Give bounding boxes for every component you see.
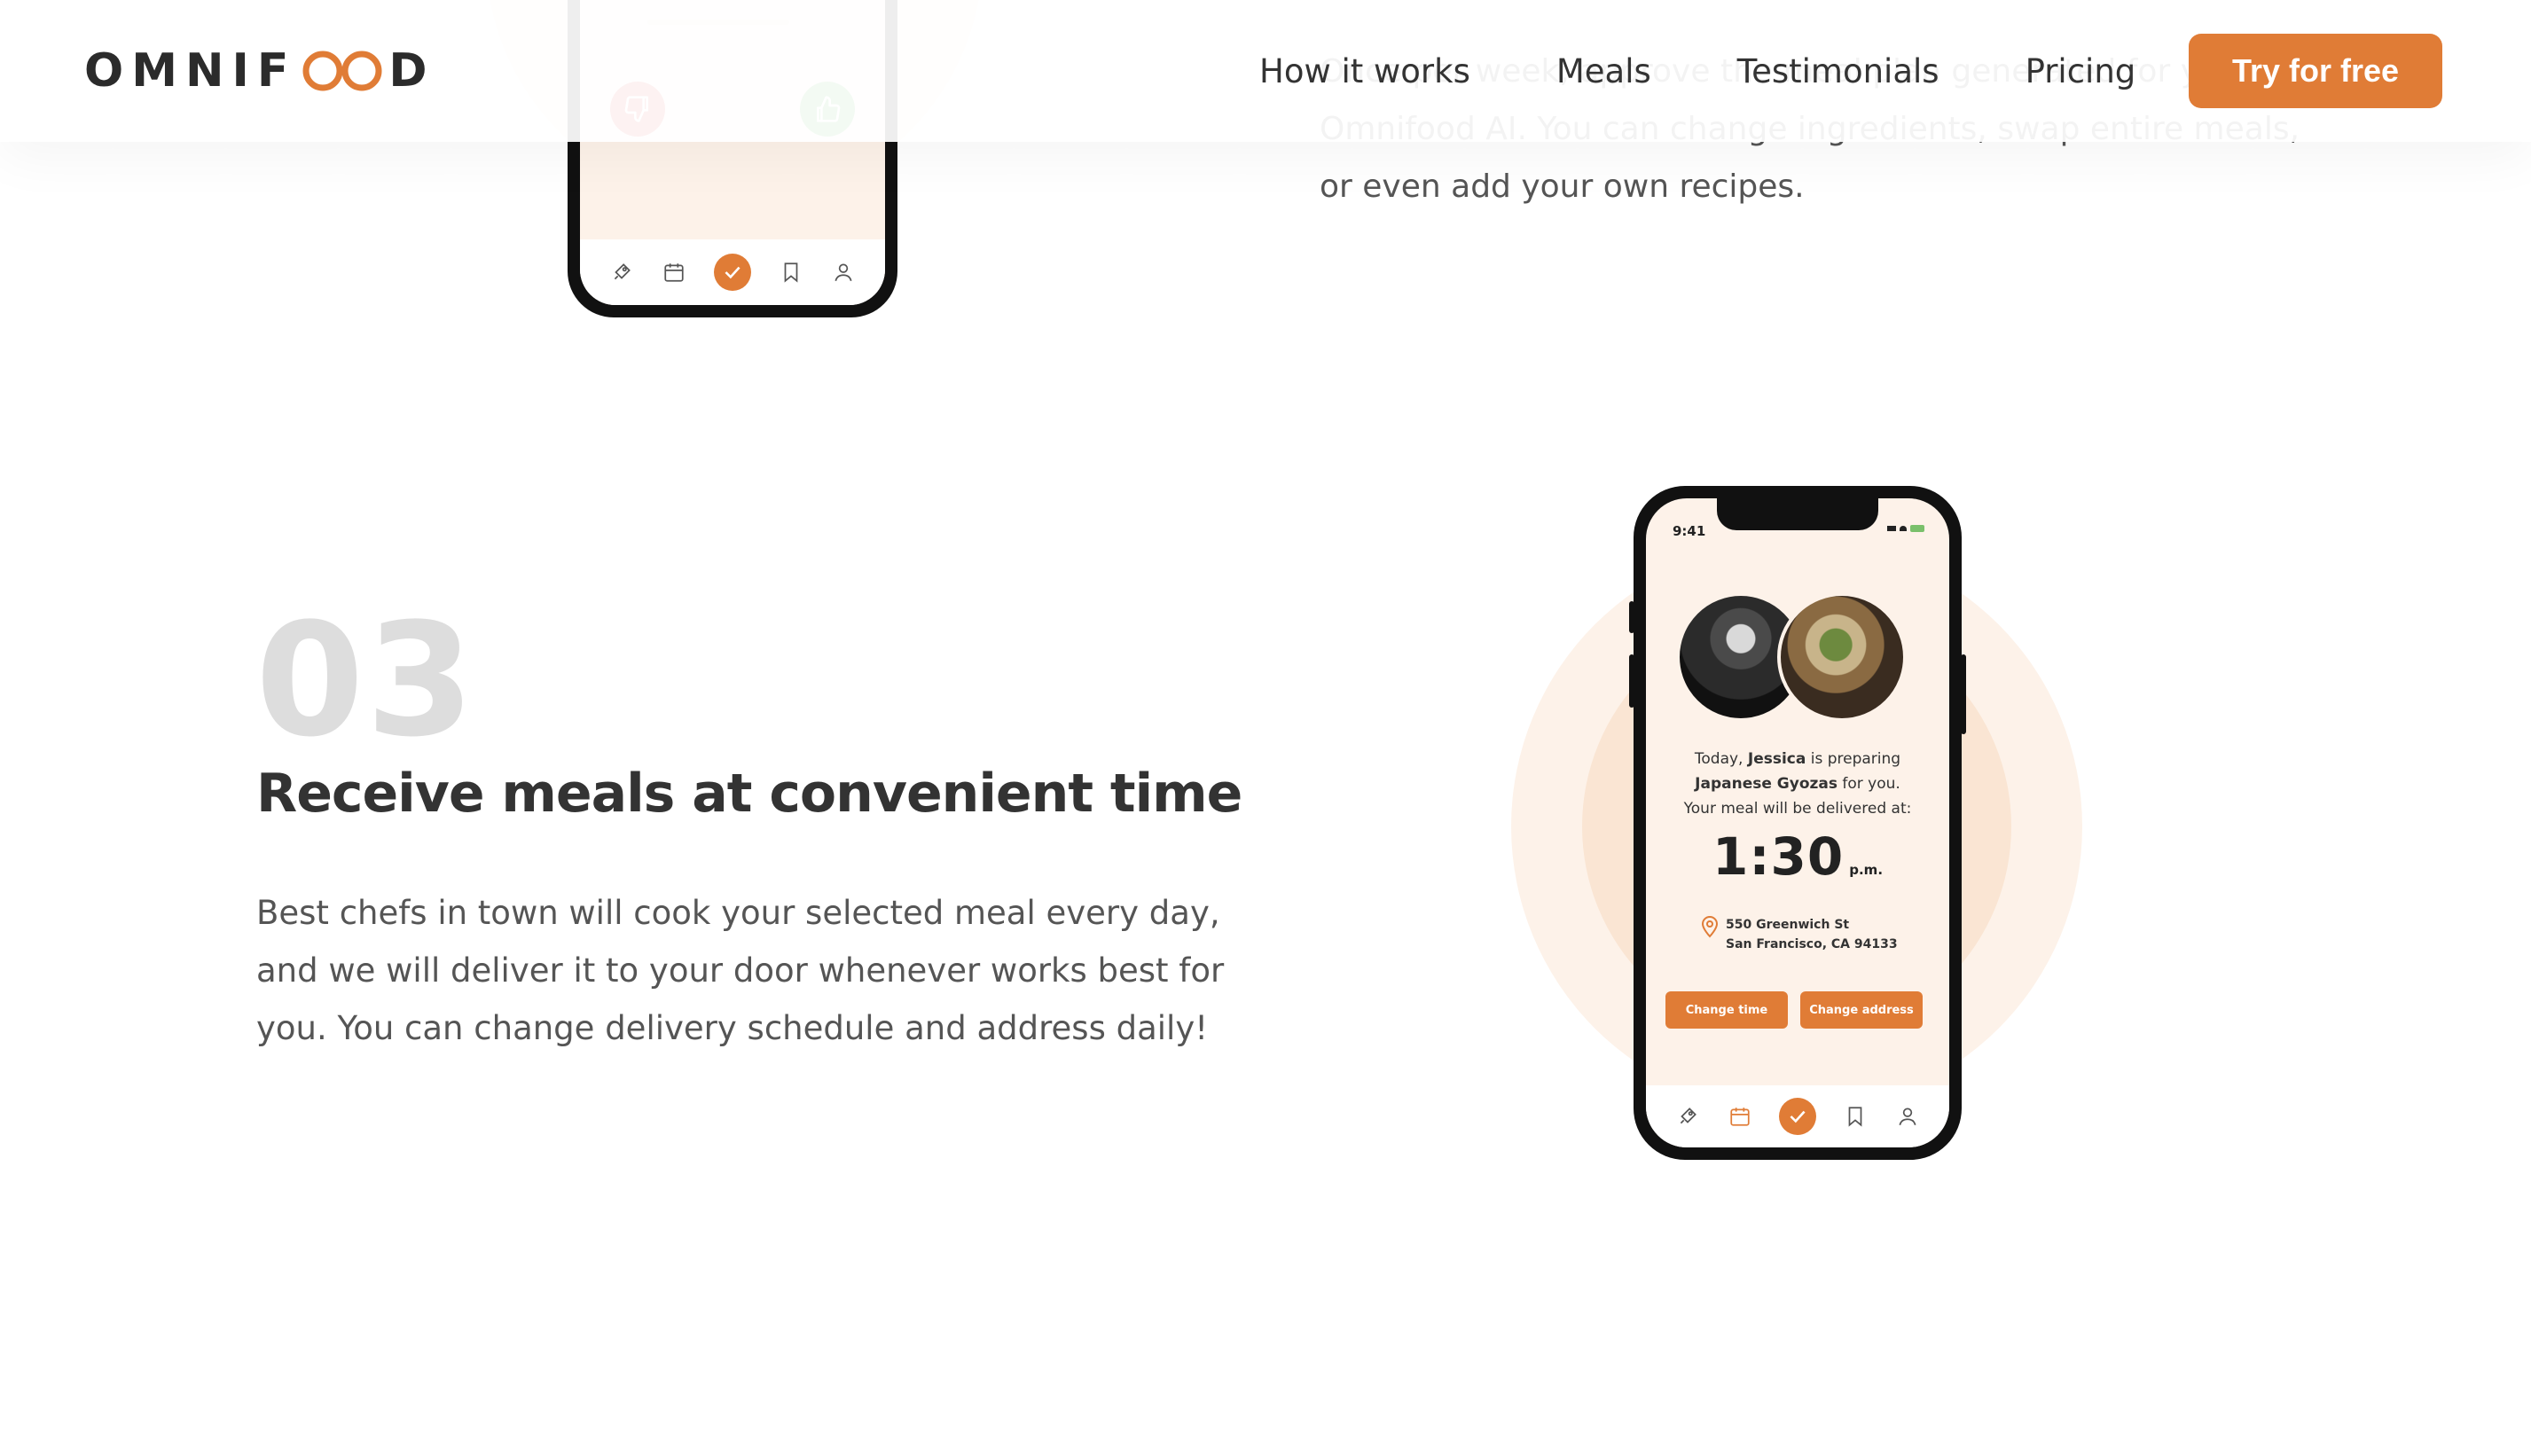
step-number: 03 — [255, 590, 476, 771]
nav-link-meals[interactable]: Meals — [1556, 52, 1651, 90]
nav-link-how-it-works[interactable]: How it works — [1259, 52, 1470, 90]
delivery-message: Today, Jessica is preparing Japanese Gyo… — [1664, 747, 1932, 821]
phone-tabbar — [1646, 1085, 1949, 1147]
step-description: Best chefs in town will cook your select… — [256, 894, 1225, 1047]
infinity-loop-icon — [302, 50, 383, 92]
site-header: OMNIF D How it works Meals Testimonials … — [0, 0, 2531, 142]
step-title: Receive meals at convenient time — [256, 763, 1242, 825]
status-bar-icons — [1887, 525, 1924, 532]
delivery-time-period: p.m. — [1849, 862, 1884, 878]
address-line-1: 550 Greenwich St — [1726, 918, 1850, 932]
msg-line3: Your meal will be delivered at: — [1683, 800, 1912, 818]
wifi-icon — [1900, 526, 1907, 531]
phone-mockup: 9:41 Today, Jessica is preparing Japanes… — [1629, 486, 1966, 1160]
phone-tabbar-previous — [580, 239, 885, 305]
logo-text-right: D — [388, 44, 435, 98]
address-line-2: San Francisco, CA 94133 — [1726, 937, 1898, 951]
delivery-address: 550 Greenwich St San Francisco, CA 94133 — [1726, 915, 1898, 954]
omnifood-logo[interactable]: OMNIF D — [84, 44, 435, 98]
calendar-icon[interactable] — [662, 260, 686, 285]
rocket-icon[interactable] — [1675, 1104, 1700, 1129]
chef-name: Jessica — [1747, 750, 1806, 768]
msg-suffix: for you. — [1842, 775, 1900, 793]
calendar-icon[interactable] — [1728, 1104, 1752, 1129]
location-pin-icon — [1701, 916, 1719, 938]
change-address-button[interactable]: Change address — [1800, 991, 1923, 1029]
nav-link-pricing[interactable]: Pricing — [2026, 52, 2136, 90]
check-icon[interactable] — [1778, 1098, 1816, 1135]
battery-icon — [1910, 525, 1924, 532]
change-time-button[interactable]: Change time — [1665, 991, 1788, 1029]
bookmark-icon[interactable] — [1843, 1104, 1868, 1129]
delivery-time: 1:30 p.m. — [1646, 826, 1949, 887]
check-icon[interactable] — [713, 254, 751, 291]
try-for-free-button[interactable]: Try for free — [2189, 34, 2442, 108]
nav-link-testimonials[interactable]: Testimonials — [1737, 52, 1939, 90]
bookmark-icon[interactable] — [779, 260, 803, 285]
rocket-icon[interactable] — [609, 260, 634, 285]
phone-notch — [1717, 498, 1878, 530]
phone-screen: 9:41 Today, Jessica is preparing Japanes… — [1646, 498, 1949, 1147]
phone-side-button — [1961, 654, 1966, 734]
signal-icon — [1887, 526, 1896, 531]
msg-prefix: Today, — [1694, 750, 1743, 768]
delivery-time-value: 1:30 — [1712, 826, 1845, 887]
msg-mid: is preparing — [1810, 750, 1901, 768]
phone-side-button — [1629, 654, 1634, 708]
meal-photo — [1777, 592, 1907, 722]
user-icon[interactable] — [1895, 1104, 1920, 1129]
logo-text-left: OMNIF — [84, 44, 297, 98]
main-nav: How it works Meals Testimonials Pricing — [1259, 46, 2135, 96]
status-bar-time: 9:41 — [1673, 523, 1706, 539]
phone-side-button — [1629, 601, 1634, 633]
meal-name: Japanese Gyozas — [1695, 775, 1838, 793]
user-icon[interactable] — [831, 260, 856, 285]
